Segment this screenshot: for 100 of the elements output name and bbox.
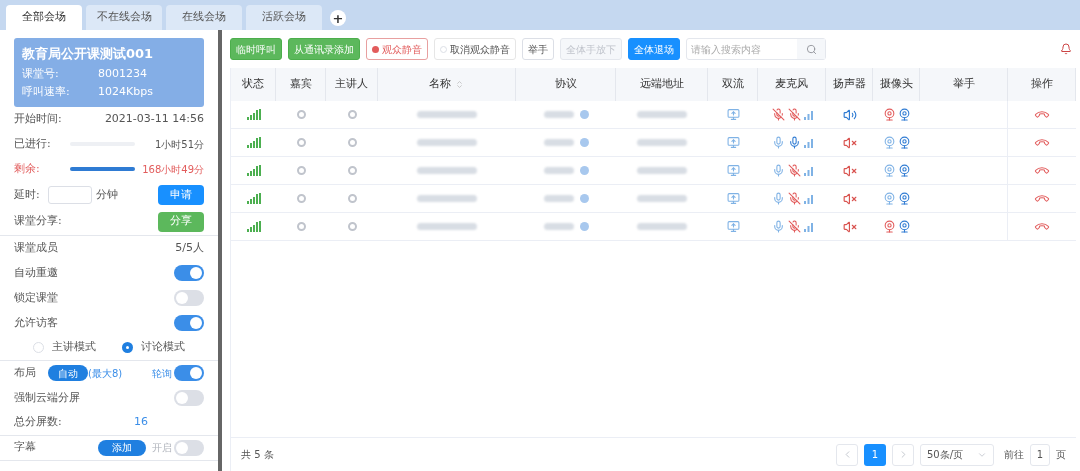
speaker-muted-icon[interactable] xyxy=(842,163,857,178)
toolbar-button[interactable]: 观众静音 xyxy=(366,38,428,60)
signal-icon xyxy=(246,109,261,120)
camera-icon[interactable] xyxy=(897,220,911,233)
tab[interactable]: 全部会场 xyxy=(6,5,82,30)
dual-stream-icon[interactable] xyxy=(726,108,740,121)
camera-icon[interactable] xyxy=(897,136,911,149)
radio-label: 讨论模式 xyxy=(141,339,185,356)
blurred-text xyxy=(543,195,574,202)
volume-bars-icon xyxy=(803,137,813,148)
mic-off-icon[interactable] xyxy=(787,164,801,177)
auto-button[interactable]: 自动 xyxy=(48,365,88,381)
field-value: 2021-03-11 14:56 xyxy=(104,110,204,127)
setting-label: 允许访客 xyxy=(14,314,58,331)
column-header: 协议 xyxy=(516,68,616,101)
camera-icon[interactable] xyxy=(897,108,911,121)
camera-icon[interactable] xyxy=(897,164,911,177)
radio-label: 主讲模式 xyxy=(52,339,96,356)
signal-icon xyxy=(246,193,261,204)
tab[interactable]: 在线会场 xyxy=(166,5,242,30)
camera-icon[interactable] xyxy=(882,192,896,205)
dual-stream-icon[interactable] xyxy=(726,136,740,149)
input-field[interactable] xyxy=(48,186,92,204)
page-button[interactable]: 1 xyxy=(864,443,886,466)
column-header: 名称 xyxy=(378,68,516,101)
tab[interactable]: 不在线会场 xyxy=(86,5,162,30)
field-label: 已进行: xyxy=(14,135,52,152)
field-label: 呼叫速率: xyxy=(22,84,71,100)
signal-icon xyxy=(246,137,261,148)
add-button[interactable]: 添加 xyxy=(98,439,146,456)
blurred-text xyxy=(637,139,687,146)
setting-label: 字幕 xyxy=(14,439,37,456)
mic-icon[interactable] xyxy=(771,192,785,205)
toolbar-button[interactable]: 全体退场 xyxy=(628,38,680,60)
field-label: 剩余: xyxy=(14,160,41,177)
column-header: 双流 xyxy=(708,68,758,101)
column-header: 举手 xyxy=(920,68,1008,101)
mic-icon[interactable] xyxy=(771,164,785,177)
column-header: 主讲人 xyxy=(326,68,378,101)
field-value: 8001234 xyxy=(98,65,147,82)
mic-icon[interactable] xyxy=(771,220,785,233)
camera-icon[interactable] xyxy=(882,136,896,149)
field-unit: 分钟 xyxy=(96,186,118,203)
blurred-text xyxy=(417,223,477,230)
apply-button[interactable]: 申请 xyxy=(158,185,204,205)
camera-icon[interactable] xyxy=(897,192,911,205)
camera-icon[interactable] xyxy=(882,220,896,233)
add-tab-button[interactable]: + xyxy=(330,10,346,26)
field-label: 课堂成员 xyxy=(14,239,58,256)
prev-page-button[interactable] xyxy=(836,443,858,466)
sort-icon[interactable] xyxy=(455,80,464,89)
dual-stream-icon[interactable] xyxy=(726,220,740,233)
toggle-switch[interactable] xyxy=(174,365,204,381)
speaker-muted-icon[interactable] xyxy=(842,135,857,150)
blurred-text xyxy=(417,167,477,174)
toolbar-button[interactable]: 从通讯录添加 xyxy=(288,38,360,60)
speaker-icon[interactable] xyxy=(842,107,857,122)
blurred-text xyxy=(417,195,477,202)
mic-off-icon[interactable] xyxy=(787,108,801,121)
mic-icon[interactable] xyxy=(771,136,785,149)
next-page-button[interactable] xyxy=(892,443,914,466)
setting-value: 16 xyxy=(134,414,148,431)
classroom-title: 教育局公开课测试001 xyxy=(22,45,155,63)
mic-off-icon[interactable] xyxy=(771,108,785,121)
toggle-switch[interactable] xyxy=(174,390,204,406)
toolbar-button[interactable]: 举手 xyxy=(522,38,554,60)
camera-icon[interactable] xyxy=(882,108,896,121)
toggle-switch[interactable] xyxy=(174,265,204,281)
switch-label: 开启 xyxy=(152,441,172,455)
blurred-text xyxy=(637,195,687,202)
setting-label: 布局 xyxy=(14,364,37,381)
page-input[interactable]: 1 xyxy=(1030,443,1050,466)
column-header: 扬声器 xyxy=(826,68,873,101)
blurred-text xyxy=(543,111,574,118)
search-input[interactable]: 请输入搜索内容 xyxy=(687,41,797,57)
search-field[interactable]: 请输入搜索内容 xyxy=(686,38,826,60)
toolbar-button[interactable]: 取消观众静音 xyxy=(434,38,516,60)
blurred-text xyxy=(417,139,477,146)
toggle-switch[interactable] xyxy=(174,290,204,306)
search-icon[interactable] xyxy=(805,43,817,55)
page-size-select[interactable]: 50条/页 xyxy=(920,443,994,466)
toggle-switch[interactable] xyxy=(174,439,204,456)
dual-stream-icon[interactable] xyxy=(726,192,740,205)
progress-reading: 1小时51分 xyxy=(153,137,204,152)
speaker-muted-icon[interactable] xyxy=(842,191,857,206)
mic-off-icon[interactable] xyxy=(787,220,801,233)
tab[interactable]: 活跃会场 xyxy=(246,5,322,30)
radio-button[interactable] xyxy=(122,342,133,353)
bell-icon[interactable] xyxy=(1060,43,1072,55)
field-value: 1024Kbps xyxy=(98,84,153,100)
toolbar-button[interactable]: 临时呼叫 xyxy=(230,38,282,60)
speaker-muted-icon[interactable] xyxy=(842,219,857,234)
toggle-switch[interactable] xyxy=(174,315,204,331)
blurred-text xyxy=(637,111,687,118)
dual-stream-icon[interactable] xyxy=(726,164,740,177)
share-button[interactable]: 分享 xyxy=(158,211,204,232)
mic-off-icon[interactable] xyxy=(787,192,801,205)
mic-icon[interactable] xyxy=(787,136,801,149)
blurred-text xyxy=(543,139,574,146)
camera-icon[interactable] xyxy=(882,164,896,177)
